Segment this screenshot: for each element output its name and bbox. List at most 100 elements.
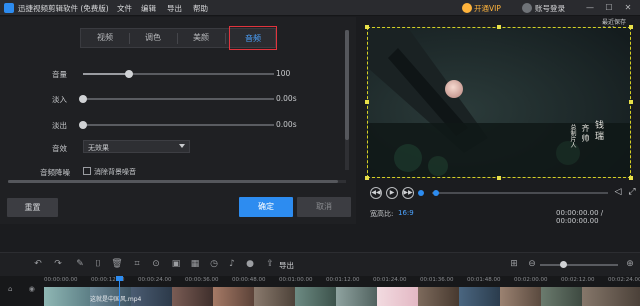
play-icon[interactable]: ▶ (386, 187, 398, 199)
login-button[interactable]: 账号登录 (535, 3, 565, 14)
timeline-tick-label: 00:02:00.00 (514, 277, 548, 283)
clip-thumbnail[interactable] (377, 287, 418, 306)
speed-icon[interactable]: ⊙ (150, 258, 162, 270)
clip-thumbnail[interactable] (44, 287, 90, 306)
freeze-icon[interactable]: ▣ (170, 258, 182, 270)
zoom-in-icon[interactable]: ⊕ (624, 258, 636, 270)
fade-in-value: 0.00s (276, 94, 297, 103)
clip-thumbnail[interactable] (418, 287, 459, 306)
menu-edit[interactable]: 编辑 (141, 3, 156, 14)
panel-vertical-scrollbar[interactable] (345, 30, 349, 170)
resize-handle[interactable] (497, 176, 501, 180)
fade-in-slider[interactable] (79, 95, 274, 103)
cancel-button[interactable]: 取消 (297, 197, 351, 217)
visibility-icon[interactable]: ◉ (29, 285, 35, 293)
mosaic-icon[interactable]: ▦ (189, 258, 201, 270)
video-preview[interactable]: 钱瑞 齐帅 总制片人 (367, 27, 631, 178)
fade-out-slider[interactable] (79, 121, 274, 129)
fit-timeline-icon[interactable]: ⊞ (508, 258, 520, 270)
volume-slider-fill (83, 73, 129, 75)
denoise-label: 音频降噪 (40, 168, 70, 177)
resize-handle[interactable] (365, 100, 369, 104)
denoise-checkbox-label[interactable]: 消除背景噪音 (94, 167, 136, 177)
clip-thumbnail[interactable] (213, 287, 254, 306)
menu-export[interactable]: 导出 (167, 3, 182, 14)
app-title: 迅捷视频剪辑软件 (免费版) (18, 4, 109, 13)
volume-slider-handle[interactable] (124, 70, 133, 78)
confirm-button[interactable]: 确定 (239, 197, 293, 217)
redo-icon[interactable]: ↷ (52, 258, 64, 270)
chevron-down-icon (179, 144, 185, 148)
tab-video[interactable]: 视频 (81, 29, 129, 47)
user-icon[interactable] (522, 3, 532, 13)
voice-icon[interactable]: ♪ (226, 258, 238, 270)
tab-audio[interactable]: 音频 (229, 26, 277, 50)
export-button[interactable]: 导出 (279, 260, 294, 271)
timeline-tick-label: 00:02:24.00 (608, 277, 640, 283)
zoom-out-icon[interactable]: ⊖ (526, 258, 538, 270)
resize-handle[interactable] (365, 176, 369, 180)
vip-icon[interactable] (462, 3, 472, 13)
panel-vertical-scrollbar-thumb[interactable] (345, 30, 349, 140)
tab-beauty[interactable]: 美颜 (177, 29, 225, 47)
timeline-tick-label: 00:00:48.00 (232, 277, 266, 283)
volume-slider[interactable] (83, 70, 274, 78)
menu-help[interactable]: 帮助 (193, 3, 208, 14)
resize-handle[interactable] (629, 25, 633, 29)
menu-file[interactable]: 文件 (117, 3, 132, 14)
clip-thumbnail[interactable] (541, 287, 582, 306)
timeline-tick-label: 00:01:00.00 (279, 277, 313, 283)
record-icon[interactable]: ● (244, 258, 256, 270)
volume-label: 音量 (52, 70, 67, 79)
fade-out-slider-handle[interactable] (79, 121, 87, 129)
clip-thumbnail[interactable] (254, 287, 295, 306)
timeline-tick-label: 00:00:36.00 (185, 277, 219, 283)
lock-icon[interactable]: ⌂ (8, 285, 12, 293)
clip-thumbnail[interactable] (172, 287, 213, 306)
clip-name: 这就是中国风.mp4 (90, 296, 142, 303)
aspect-ratio-select[interactable]: 16:9 (398, 209, 414, 217)
minimize-icon[interactable]: — (584, 2, 596, 14)
aspect-ratio-label: 宽高比: (370, 210, 394, 218)
panel-horizontal-scrollbar[interactable] (8, 180, 346, 183)
resize-handle[interactable] (629, 100, 633, 104)
forward-icon[interactable]: ▶▶ (402, 187, 414, 199)
clip-thumbnail[interactable] (295, 287, 336, 306)
playback-progress[interactable] (432, 192, 608, 194)
playback-progress-handle[interactable] (432, 190, 439, 196)
volume-value: 100 (276, 69, 291, 78)
duration-icon[interactable]: ◷ (208, 258, 220, 270)
timeline-zoom-slider[interactable] (540, 264, 618, 266)
edit-icon[interactable]: ✎ (74, 258, 86, 270)
clip-thumbnail[interactable] (582, 287, 640, 306)
maximize-icon[interactable]: ☐ (603, 2, 615, 14)
app-logo-icon (4, 3, 14, 13)
timeline-zoom-handle[interactable] (560, 261, 568, 268)
resize-handle[interactable] (497, 25, 501, 29)
clip-thumbnail[interactable] (500, 287, 541, 306)
clip-thumbnail[interactable] (459, 287, 500, 306)
split-icon[interactable]: ⌷ (92, 258, 104, 270)
effect-dropdown[interactable]: 无效果 (83, 140, 190, 153)
clip-thumbnail[interactable] (336, 287, 377, 306)
denoise-checkbox[interactable] (83, 167, 91, 175)
panel-horizontal-scrollbar-thumb[interactable] (8, 180, 338, 183)
delete-icon[interactable]: 🗑 (111, 258, 123, 270)
undo-icon[interactable]: ↶ (32, 258, 44, 270)
resize-handle[interactable] (629, 176, 633, 180)
rewind-icon[interactable]: ◀◀ (370, 187, 382, 199)
tab-color[interactable]: 调色 (129, 29, 177, 47)
resize-handle[interactable] (365, 25, 369, 29)
reset-button[interactable]: 重置 (7, 198, 58, 217)
playhead[interactable] (119, 276, 120, 306)
fullscreen-icon[interactable]: ⤢ (626, 187, 638, 199)
export-icon[interactable]: ⇪ (264, 258, 276, 270)
timeline-tick-label: 00:02:12.00 (561, 277, 595, 283)
close-icon[interactable]: ✕ (622, 2, 634, 14)
vip-button[interactable]: 开通VIP (474, 3, 501, 14)
effect-label: 音效 (52, 144, 67, 153)
volume-icon[interactable]: ◁ (612, 187, 624, 199)
mark-dot-icon[interactable] (418, 190, 424, 196)
crop-icon[interactable]: ⌗ (131, 258, 143, 270)
fade-in-slider-handle[interactable] (79, 95, 87, 103)
